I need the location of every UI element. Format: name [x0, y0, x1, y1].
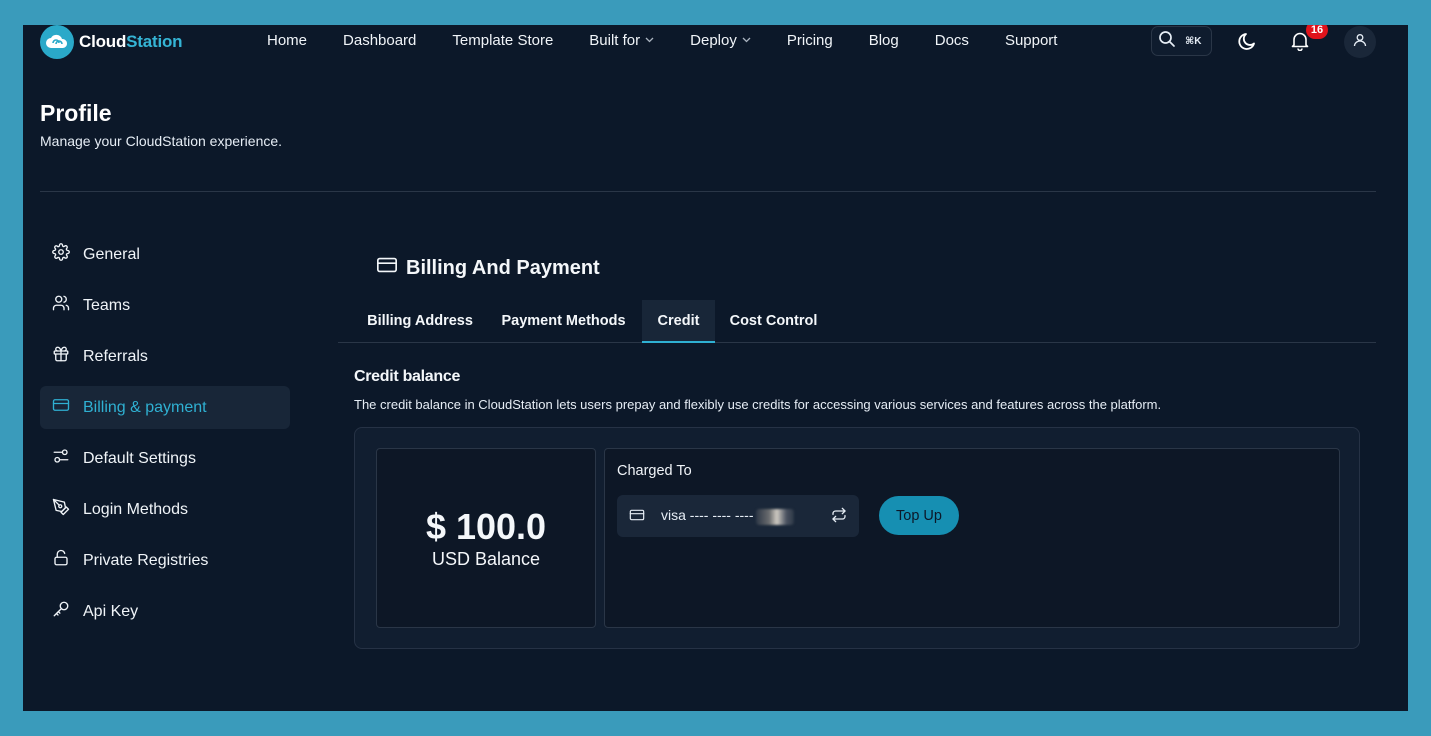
- page-title: Profile: [40, 100, 112, 126]
- bell-icon[interactable]: [1291, 31, 1309, 56]
- search-button[interactable]: ⌘K: [1151, 26, 1212, 56]
- nav-support[interactable]: Support: [1005, 32, 1058, 49]
- sidebar-item-label: General: [83, 245, 140, 263]
- user-icon: [1353, 33, 1367, 52]
- sidebar-item-label: Billing & payment: [83, 398, 207, 416]
- divider: [40, 191, 1376, 192]
- charged-to-box: Charged To visa ---- ---- ---- Top Up: [604, 448, 1340, 628]
- search-icon: [1158, 30, 1176, 53]
- charged-to-label: Charged To: [617, 463, 692, 479]
- nav-blog-label: Blog: [868, 32, 899, 49]
- sidebar-item-label: Referrals: [83, 347, 148, 365]
- chevron-down-icon: [645, 35, 654, 46]
- tab-credit-label: Credit: [657, 312, 700, 329]
- nav-dashboard-label: Dashboard: [343, 32, 417, 49]
- tab-cost-control[interactable]: Cost Control: [715, 300, 832, 342]
- gift-icon: [52, 345, 70, 368]
- nav-built-for-label: Built for: [589, 32, 641, 49]
- key-icon: [52, 600, 70, 623]
- nav-home-label: Home: [267, 32, 308, 49]
- tab-payment-methods-label: Payment Methods: [501, 313, 626, 329]
- credit-balance-title: Credit balance: [354, 368, 461, 385]
- logo-text-station: Station: [126, 32, 183, 51]
- sidebar-item-label: Api Key: [83, 602, 139, 620]
- credit-card-icon: [376, 254, 398, 282]
- sidebar-item-label: Teams: [83, 296, 131, 314]
- logo[interactable]: CloudStation: [40, 25, 183, 59]
- tab-payment-methods[interactable]: Payment Methods: [486, 300, 641, 342]
- card-number-text: visa ---- ---- ----: [661, 507, 754, 524]
- nav-built-for[interactable]: Built for: [589, 32, 654, 49]
- app-window: CloudStation Home Dashboard Template Sto…: [23, 25, 1408, 711]
- users-icon: [52, 294, 70, 317]
- logo-text: CloudStation: [79, 32, 183, 52]
- tab-billing-address[interactable]: Billing Address: [354, 300, 486, 342]
- nav-links: Home Dashboard Template Store Built for …: [267, 32, 1093, 49]
- nav-blog[interactable]: Blog: [869, 32, 899, 49]
- nav-dashboard[interactable]: Dashboard: [343, 32, 416, 49]
- credit-card-icon: [629, 507, 645, 526]
- nav-deploy-label: Deploy: [690, 32, 737, 49]
- cloud-logo-icon: [40, 25, 74, 59]
- credit-balance-description: The credit balance in CloudStation lets …: [354, 397, 1162, 412]
- billing-tabs: Billing Address Payment Methods Credit C…: [338, 300, 1376, 343]
- nav-deploy[interactable]: Deploy: [690, 32, 751, 49]
- sidebar-item-billing[interactable]: Billing & payment: [40, 386, 290, 429]
- sidebar-item-private-registries[interactable]: Private Registries: [40, 539, 290, 582]
- chevron-down-icon: [742, 35, 751, 46]
- swap-icon[interactable]: [831, 507, 847, 526]
- balance-label: USD Balance: [431, 548, 541, 569]
- sidebar-item-general[interactable]: General: [40, 233, 290, 276]
- redacted-digits: [755, 508, 794, 525]
- unlock-icon: [52, 549, 70, 572]
- credit-card-panel: $ 100.0 USD Balance Charged To visa ----…: [354, 427, 1360, 649]
- sidebar: General Teams Referrals Billing & paymen…: [40, 233, 290, 641]
- card-number: visa ---- ---- ----: [661, 507, 794, 525]
- nav-support-label: Support: [1004, 32, 1058, 49]
- sidebar-item-api-key[interactable]: Api Key: [40, 590, 290, 633]
- gear-icon: [52, 243, 70, 266]
- sidebar-item-label: Default Settings: [83, 449, 196, 467]
- search-shortcut: ⌘K: [1185, 35, 1202, 47]
- payment-card-selector[interactable]: visa ---- ---- ----: [617, 495, 859, 537]
- avatar[interactable]: [1344, 26, 1376, 58]
- credit-card-icon: [52, 396, 70, 419]
- moon-icon[interactable]: [1237, 30, 1259, 57]
- sidebar-item-label: Login Methods: [83, 500, 188, 518]
- sidebar-item-default-settings[interactable]: Default Settings: [40, 437, 290, 480]
- nav-docs[interactable]: Docs: [935, 32, 969, 49]
- balance-box: $ 100.0 USD Balance: [376, 448, 596, 628]
- logo-text-cloud: Cloud: [79, 32, 127, 51]
- top-nav: CloudStation Home Dashboard Template Sto…: [23, 25, 1408, 59]
- nav-template-store-label: Template Store: [452, 32, 554, 49]
- nav-pricing-label: Pricing: [786, 32, 833, 49]
- nav-home[interactable]: Home: [267, 32, 307, 49]
- tab-billing-address-label: Billing Address: [367, 313, 473, 329]
- nav-docs-label: Docs: [934, 32, 969, 49]
- page-subtitle: Manage your CloudStation experience.: [40, 133, 283, 149]
- sidebar-item-teams[interactable]: Teams: [40, 284, 290, 327]
- section-title: Billing And Payment: [376, 254, 600, 282]
- sidebar-item-label: Private Registries: [83, 551, 209, 569]
- pen-tool-icon: [52, 498, 70, 521]
- notification-badge: 16: [1306, 25, 1328, 39]
- sidebar-item-login-methods[interactable]: Login Methods: [40, 488, 290, 531]
- section-title-text: Billing And Payment: [406, 256, 600, 279]
- sidebar-item-referrals[interactable]: Referrals: [40, 335, 290, 378]
- nav-template-store[interactable]: Template Store: [452, 32, 553, 49]
- nav-pricing[interactable]: Pricing: [787, 32, 833, 49]
- top-up-button[interactable]: Top Up: [879, 496, 959, 535]
- tab-cost-control-label: Cost Control: [729, 313, 818, 329]
- sliders-icon: [52, 447, 70, 470]
- balance-amount: $ 100.0: [425, 505, 547, 547]
- tab-credit[interactable]: Credit: [642, 300, 715, 343]
